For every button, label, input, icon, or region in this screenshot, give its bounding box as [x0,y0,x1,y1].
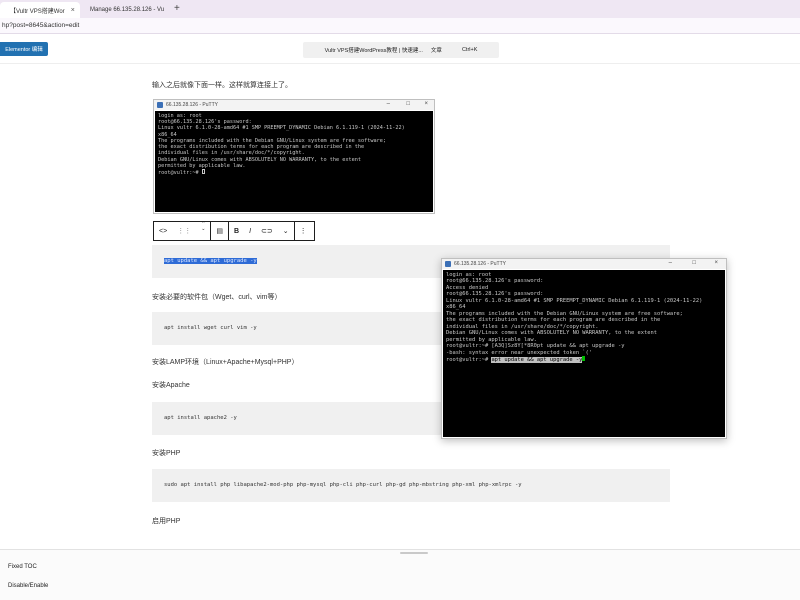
minimize-icon: – [386,101,390,107]
browser-tab-bar: 【Vultr VPS搭建Wor × Manage 66.135.28.126 -… [0,0,800,18]
pasted-command: apt update && apt upgrade -y [491,357,583,364]
resize-handle[interactable] [400,552,428,554]
code-block-icon[interactable]: <> [154,222,172,240]
chevron-down-icon[interactable]: ⌄ [278,222,294,240]
elementor-edit-button[interactable]: Elementor 编辑 [0,42,48,56]
document-type: 文章 [430,48,442,54]
terminal-cursor [201,169,205,175]
editor-header: Elementor 编辑 Vultr VPS搭建WordPress教程 | 快速… [0,34,800,64]
heading-install-lamp[interactable]: 安装LAMP环境（Linux+Apache+Mysql+PHP） [152,357,298,367]
terminal-line: Linux vultr 6.1.0-28-amd64 #1 SMP PREEMP… [446,297,703,304]
heading-install-php[interactable]: 安装PHP [152,448,180,458]
new-tab-button[interactable]: + [174,3,180,14]
italic-icon[interactable]: I [244,222,256,240]
putty-title: 66.135.28.126 - PuTTY [166,102,218,108]
minimize-icon[interactable]: – [669,260,672,266]
url-text: hp?post=8645&action=edit [2,22,80,29]
maximize-icon: □ [406,101,410,107]
tab-title: Manage 66.135.28.126 - Vu [90,7,165,13]
putty-titlebar: 66.135.28.126 - PuTTY – □ × [154,100,434,110]
code-text: apt update && apt upgrade -y [164,258,257,264]
terminal-line: Linux vultr 6.1.0-28-amd64 #1 SMP PREEMP… [158,125,405,132]
close-icon: × [424,101,428,107]
bottom-meta-panel: Fixed TOC Disable/Enable [0,549,800,600]
terminal-prompt: root@vultr:~# [158,169,430,176]
prompt-text: root@vultr:~# [446,357,492,364]
intro-paragraph[interactable]: 输入之后就像下面一样。这样就算连接上了。 [152,80,292,90]
command-shortcut: Ctrl+K [461,47,478,53]
align-icon[interactable]: ▤ [211,222,228,240]
putty-window[interactable]: 66.135.28.126 - PuTTY – □ × login as: ro… [441,258,727,439]
putty-screenshot-image[interactable]: 66.135.28.126 - PuTTY – □ × login as: ro… [153,99,435,214]
block-toolbar: <> ⋮⋮ ⌃ ⌄ ▤ B I ⊂⊃ ⌄ ⋮ [153,221,315,241]
maximize-icon[interactable]: □ [692,260,696,266]
disable-enable-toggle[interactable]: Disable/Enable [8,583,48,589]
code-text: sudo apt install php libapache2-mod-php … [164,482,522,488]
tab-vultr-wordpress[interactable]: 【Vultr VPS搭建Wor × [0,2,80,18]
elementor-edit-label: Elementor 编辑 [5,47,43,53]
terminal-prompt: root@vultr:~# apt update && apt upgrade … [446,356,722,364]
close-icon[interactable]: × [714,260,718,266]
putty-title: 66.135.28.126 - PuTTY [454,261,506,267]
terminal-output: login as: root root@66.135.28.126's pass… [155,111,433,212]
fixed-toc-label[interactable]: Fixed TOC [8,564,37,570]
bold-icon[interactable]: B [229,222,244,240]
tab-manage-vultr[interactable]: Manage 66.135.28.126 - Vu × [80,2,170,18]
more-options-icon[interactable]: ⋮ [295,222,312,240]
code-text: apt install apache2 -y [164,415,237,421]
document-bar[interactable]: Vultr VPS搭建WordPress教程 | 快速建... 文章 Ctrl+… [303,42,499,58]
address-bar[interactable]: hp?post=8645&action=edit [0,18,800,34]
close-icon[interactable]: × [71,7,75,14]
document-title: Vultr VPS搭建WordPress教程 | 快速建... [324,48,423,54]
terminal-output[interactable]: login as: root root@66.135.28.126's pass… [443,270,725,437]
code-block-php[interactable]: sudo apt install php libapache2-mod-php … [152,469,670,502]
heading-enable-php[interactable]: 启用PHP [152,516,180,526]
putty-titlebar[interactable]: 66.135.28.126 - PuTTY – □ × [442,259,726,269]
putty-icon [157,102,163,108]
drag-handle-icon[interactable]: ⋮⋮ [172,222,196,240]
link-icon[interactable]: ⊂⊃ [256,222,278,240]
heading-install-tools[interactable]: 安装必要的软件包（Wget、curl、vim等） [152,292,282,302]
heading-install-apache[interactable]: 安装Apache [152,380,190,390]
move-up-down-icon[interactable]: ⌃ ⌄ [196,222,210,240]
putty-icon [445,261,451,267]
prompt-text: root@vultr:~# [158,170,202,177]
tab-title: 【Vultr VPS搭建Wor [10,8,65,15]
code-text: apt install wget curl vim -y [164,325,257,331]
terminal-cursor [582,356,586,362]
